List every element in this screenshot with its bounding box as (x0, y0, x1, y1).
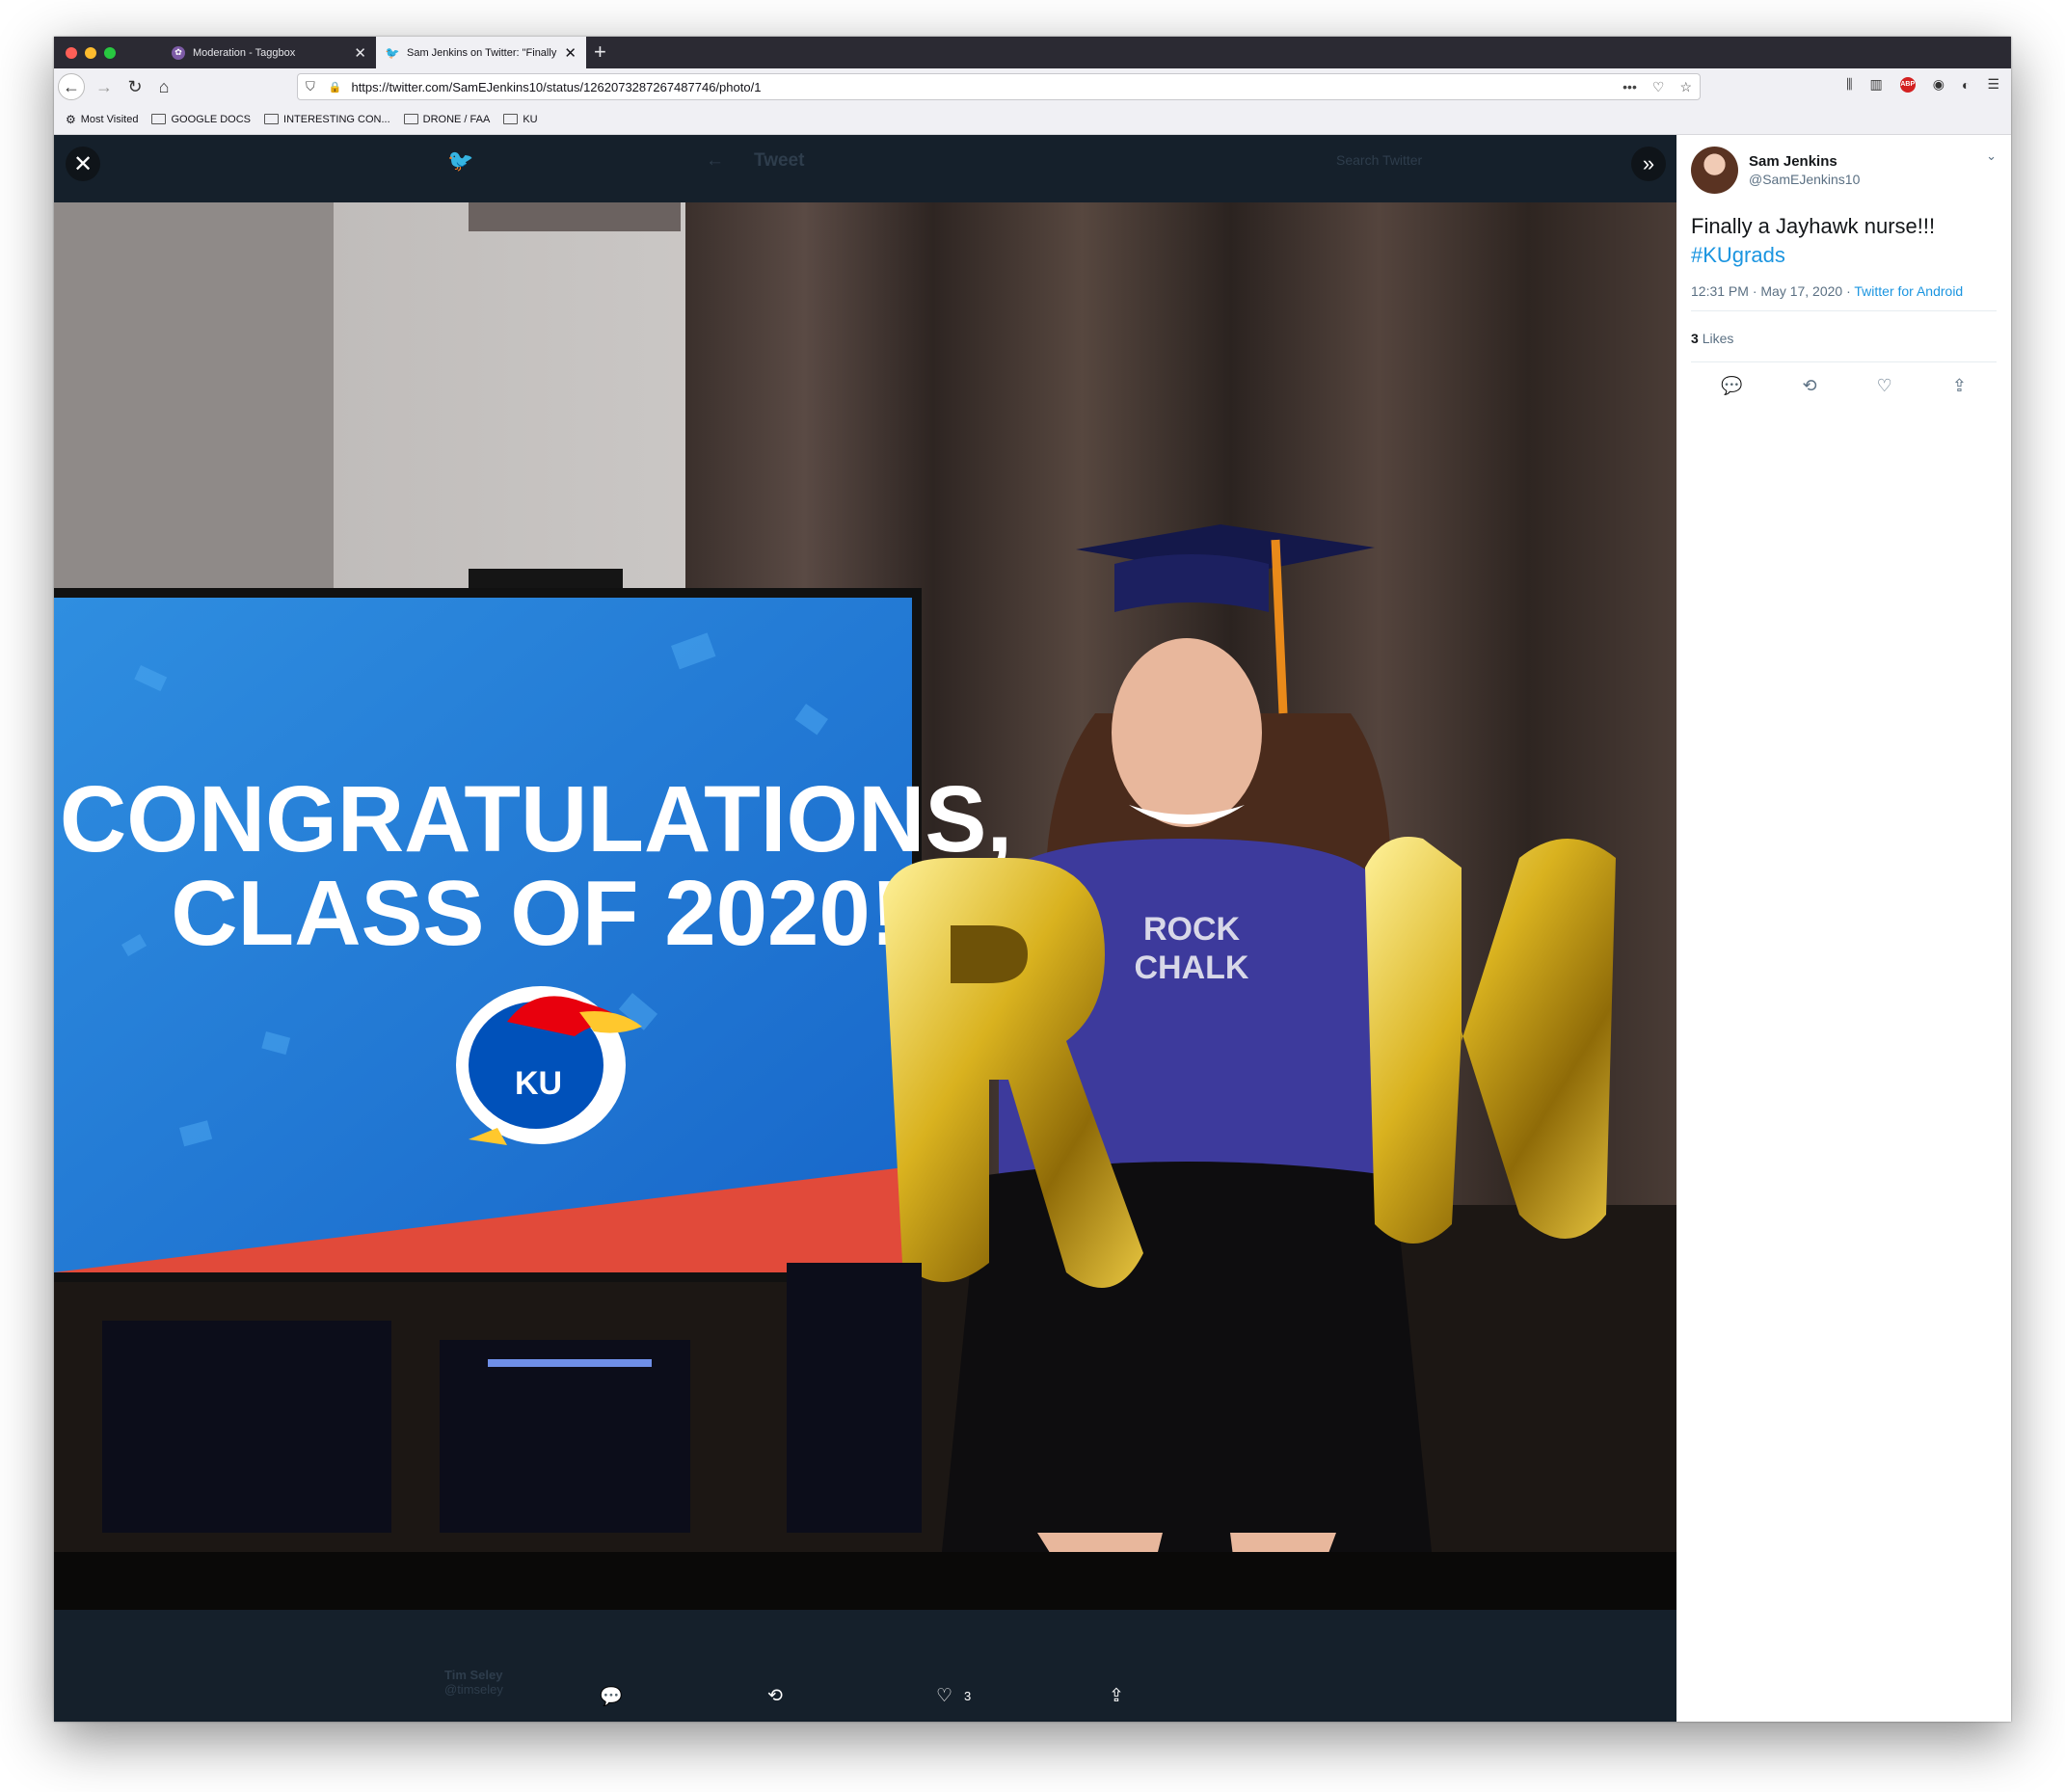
close-window-button[interactable] (66, 47, 77, 59)
expand-sidebar-button[interactable]: » (1631, 147, 1666, 181)
bookmark-star-icon[interactable]: ☆ (1679, 79, 1692, 95)
taggbox-icon: ✿ (172, 45, 185, 60)
likes-count: 3 (1691, 331, 1699, 346)
reload-button[interactable]: ↻ (121, 73, 148, 100)
address-bar[interactable]: ⛉ 🔒 https://twitter.com/SamEJenkins10/st… (297, 73, 1701, 100)
ghost-back-arrow-icon: ← (706, 150, 724, 171)
sidebar-toggle-icon[interactable]: ▥ (1870, 76, 1883, 93)
tweet-actions: 💬 ⟲ ♡ ⇪ (1691, 362, 1997, 396)
adblock-icon[interactable]: ABP (1899, 76, 1916, 93)
hashtag-link[interactable]: #KUgrads (1691, 241, 1997, 270)
shirt-chalk-text: CHALK (1135, 949, 1249, 986)
reply-icon: 💬 (600, 1687, 623, 1707)
bookmark-interesting-con[interactable]: INTERESTING CON... (264, 114, 390, 125)
extension-icon[interactable]: ◉ (1933, 76, 1944, 93)
like-button[interactable]: ♡ 3 (936, 1685, 971, 1707)
ghost-user: Tim Seley @timseley (444, 1668, 503, 1697)
rn-balloons-text: RN (1164, 1229, 1220, 1271)
twitter-bird-icon: 🐦 (447, 148, 474, 173)
folder-icon (403, 114, 418, 124)
tweet-text: Finally a Jayhawk nurse!!! #KUgrads (1691, 212, 1997, 270)
pocket-icon[interactable]: ♡ (1652, 79, 1665, 95)
likes-stat[interactable]: 3 Likes (1691, 311, 1997, 362)
menu-hamburger-icon[interactable]: ☰ (1987, 76, 1999, 93)
ghost-header-title: Tweet (754, 150, 805, 171)
tweet-meta: 12:31 PM · May 17, 2020 · Twitter for An… (1691, 283, 1997, 311)
tweet-photo[interactable]: CONGRATULATIONS, CLASS OF 2020! KU ROCK … (54, 202, 1676, 1610)
zoom-window-button[interactable] (104, 47, 116, 59)
heart-icon: ♡ (936, 1686, 953, 1706)
heart-icon[interactable]: ♡ (1877, 376, 1892, 396)
retweet-button[interactable]: ⟲ (767, 1685, 783, 1707)
share-button[interactable]: ⇪ (1109, 1685, 1124, 1707)
tv-congratulations-text: CONGRATULATIONS, (60, 765, 1012, 871)
lock-icon[interactable]: 🔒 (329, 81, 342, 94)
url-text[interactable]: https://twitter.com/SamEJenkins10/status… (351, 80, 1622, 94)
bookmark-drone-faa[interactable]: DRONE / FAA (403, 114, 490, 125)
tweet-author[interactable]: Sam Jenkins @SamEJenkins10 ⌄ (1691, 145, 1997, 195)
tweet-source-link[interactable]: Twitter for Android (1854, 283, 1963, 299)
author-handle[interactable]: @SamEJenkins10 (1749, 172, 1860, 187)
shirt-rock-text: ROCK (1143, 911, 1241, 948)
share-icon[interactable]: ⇪ (1952, 376, 1967, 396)
reply-icon[interactable]: 💬 (1721, 376, 1742, 396)
back-button[interactable]: ← (58, 73, 85, 100)
gear-icon: ⚙ (66, 112, 76, 126)
shield-icon[interactable]: ⛉ (306, 79, 315, 94)
photo-viewer: ✕ 🐦 ← Tweet Search Twitter » CONGRATULAT… (54, 135, 1676, 1722)
browser-window: ✿ Moderation - Taggbox ✕ 🐦 Sam Jenkins o… (54, 37, 2011, 1722)
retweet-icon[interactable]: ⟲ (1803, 376, 1817, 396)
tab-title: Moderation - Taggbox (193, 46, 296, 59)
tab-title: Sam Jenkins on Twitter: "Finally (407, 46, 557, 59)
tv-class-text: CLASS OF 2020! (171, 862, 901, 965)
home-button[interactable]: ⌂ (150, 73, 177, 100)
new-tab-button[interactable]: + (594, 40, 606, 65)
minimize-window-button[interactable] (85, 47, 96, 59)
bookmark-most-visited[interactable]: ⚙ Most Visited (66, 113, 138, 126)
folder-icon (503, 114, 519, 124)
library-icon[interactable]: ⫼ (1846, 76, 1852, 93)
folder-icon (264, 114, 280, 124)
avatar[interactable] (1691, 146, 1738, 194)
close-tab-icon[interactable]: ✕ (354, 44, 366, 62)
tweet-sidebar: Sam Jenkins @SamEJenkins10 ⌄ Finally a J… (1676, 135, 2011, 1722)
page-content: ✕ 🐦 ← Tweet Search Twitter » CONGRATULAT… (54, 135, 2011, 1722)
retweet-icon: ⟲ (767, 1686, 783, 1706)
folder-icon (151, 114, 167, 124)
tab-twitter[interactable]: 🐦 Sam Jenkins on Twitter: "Finally ✕ (376, 37, 586, 68)
chevron-down-icon[interactable]: ⌄ (1986, 148, 1997, 164)
ghost-search-input: Search Twitter (1336, 152, 1423, 168)
reply-button[interactable]: 💬 (600, 1685, 623, 1708)
close-tab-icon[interactable]: ✕ (564, 44, 577, 62)
bookmark-google-docs[interactable]: GOOGLE DOCS (151, 114, 251, 125)
close-photo-button[interactable]: ✕ (66, 147, 100, 181)
photo-illustration: CONGRATULATIONS, CLASS OF 2020! KU ROCK … (54, 202, 1676, 1610)
bookmark-ku[interactable]: KU (503, 114, 538, 125)
tab-bar: ✿ Moderation - Taggbox ✕ 🐦 Sam Jenkins o… (54, 37, 2011, 68)
privacy-extension-icon[interactable]: ◐ (1962, 77, 1970, 93)
like-count: 3 (964, 1689, 972, 1703)
tweet-timestamp[interactable]: 12:31 PM · May 17, 2020 · (1691, 283, 1854, 299)
ku-logo-text: KU (515, 1065, 562, 1102)
photo-action-bar: Tim Seley @timseley 💬 ⟲ ♡ 3 ⇪ (54, 1610, 1676, 1722)
bookmarks-toolbar: ⚙ Most Visited GOOGLE DOCS INTERESTING C… (54, 104, 2011, 135)
more-actions-icon[interactable]: ••• (1622, 79, 1637, 95)
author-name[interactable]: Sam Jenkins (1749, 153, 1860, 170)
forward-button[interactable]: → (91, 73, 118, 100)
likes-label: Likes (1702, 331, 1734, 346)
tab-taggbox[interactable]: ✿ Moderation - Taggbox ✕ (162, 37, 376, 68)
share-icon: ⇪ (1109, 1686, 1124, 1706)
navigation-toolbar: ← → ↻ ⌂ ⛉ 🔒 https://twitter.com/SamEJenk… (54, 68, 2011, 104)
twitter-bird-icon: 🐦 (385, 45, 400, 60)
